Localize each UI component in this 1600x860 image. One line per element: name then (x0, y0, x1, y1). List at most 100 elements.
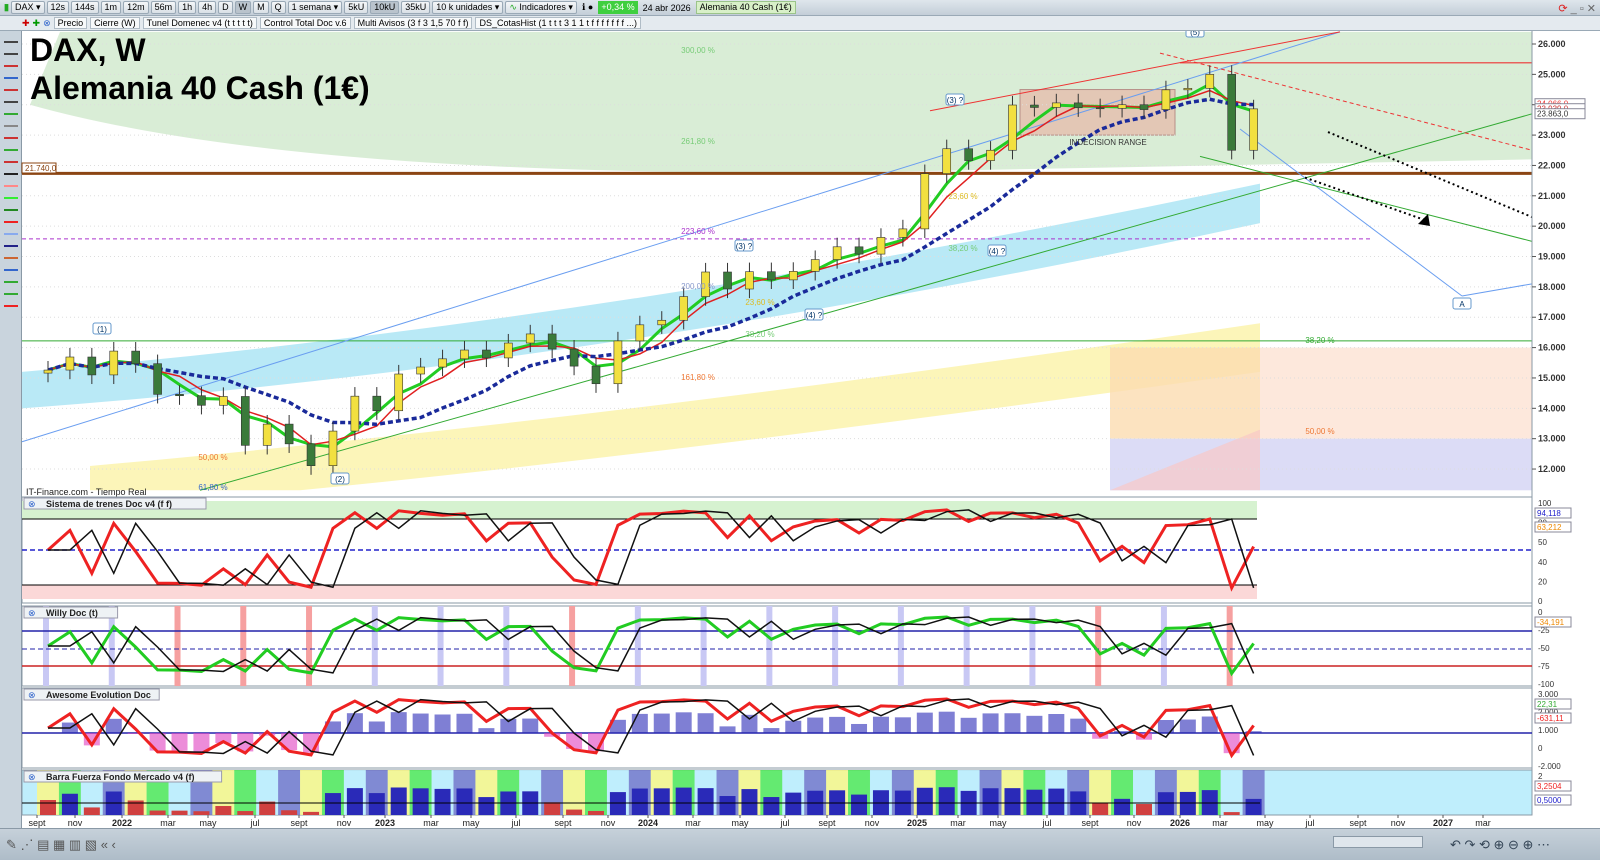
indicator-tab[interactable]: Tunel Domenec v4 (t t t t t) (142, 17, 257, 29)
y-tick-label: 15.000 (1538, 373, 1566, 383)
force-bar (653, 788, 670, 815)
value-tag-label: 63,212 (1537, 523, 1562, 532)
force-bar (566, 809, 583, 815)
indicator-tab[interactable]: Cierre (W) (90, 17, 140, 29)
panel-axis-label: 0 (1538, 744, 1543, 753)
unit-5kU[interactable]: 5kU (344, 1, 369, 14)
force-bar (303, 811, 320, 815)
candle (219, 396, 228, 406)
panel-label: Barra Fuerza Fondo Mercado v4 (f) (46, 772, 195, 782)
force-bar (390, 787, 407, 815)
chart-title: DAX, W Alemania 40 Cash (1€) (30, 31, 370, 107)
x-tick-label: may (731, 818, 749, 828)
bottom-tools-icons[interactable]: ✎ ⋰ ▤ ▦ ▥ ▧ « ‹ (6, 837, 116, 853)
candle (525, 333, 535, 344)
timeframe-D[interactable]: D (218, 1, 233, 14)
force-bar (412, 788, 429, 815)
window-controls[interactable]: ⟳ _ ▫ ✕ (1558, 2, 1596, 15)
candle (679, 296, 688, 321)
timeframe-Q[interactable]: Q (270, 1, 286, 14)
timeframe-144s[interactable]: 144s (71, 1, 99, 14)
willy-bar (503, 606, 510, 686)
candle (854, 246, 864, 255)
instrument-badge: Alemania 40 Cash (1€) (695, 1, 796, 14)
candle (613, 340, 623, 385)
candle (898, 228, 908, 238)
wave-label: A (1459, 300, 1465, 309)
y-tick-label: 21.000 (1538, 191, 1566, 201)
x-tick-label: jul (1304, 818, 1314, 828)
indicator-tab[interactable]: Multi Avisos (3 f 3 1,5 70 f f) (353, 17, 473, 29)
force-bar (763, 797, 780, 815)
indicator-tab[interactable]: DS_CotasHist (1 t t t 3 1 1 t f f f f f … (475, 17, 642, 29)
refresh-icon[interactable]: ⟳ (1558, 3, 1567, 15)
indicator-tab[interactable]: Control Total Doc v.6 (259, 17, 351, 29)
candle (350, 395, 360, 432)
panel-label: Awesome Evolution Doc (46, 690, 151, 700)
candle (131, 350, 140, 364)
timeframe-1m[interactable]: 1m (100, 1, 122, 14)
x-tick-label: sept (1081, 818, 1099, 828)
force-bar (1136, 804, 1152, 815)
horizontal-scrollbar[interactable] (1333, 836, 1423, 848)
chart-type-icon[interactable]: ▮ (4, 2, 9, 13)
panel-axis-label: 0 (1538, 597, 1543, 606)
panel-axis-label: 50 (1538, 538, 1547, 547)
settings-icon[interactable]: ⊗ (43, 18, 51, 29)
info-icon[interactable]: ℹ ● (579, 2, 596, 13)
fib-label: 261,80 % (681, 137, 715, 146)
period-select[interactable]: 1 semana ▾ (287, 1, 343, 14)
symbol-label: DAX (14, 2, 34, 12)
chart-area[interactable]: 300,00 %261,80 %223,60 %200,00 %161,80 %… (0, 31, 1600, 828)
histogram-bar (829, 716, 846, 733)
zoom-tools-icons[interactable]: ↶ ↷ ⟲ ⊕ ⊖ ⊕ ⋯ (1450, 837, 1550, 853)
units-select[interactable]: 10 k unidades ▾ (432, 1, 504, 14)
timeframe-56m[interactable]: 56m (150, 1, 177, 14)
panel-axis-label: -75 (1538, 662, 1550, 671)
timeframe-12s[interactable]: 12s (46, 1, 70, 14)
timeframe-W[interactable]: W (234, 1, 252, 14)
candle (175, 394, 184, 397)
timeframe-1h[interactable]: 1h (178, 1, 197, 14)
histogram-bar (807, 717, 824, 733)
symbol-select[interactable]: DAX ▾ (10, 1, 45, 14)
force-bar (609, 792, 626, 815)
timeframe-4h[interactable]: 4h (198, 1, 217, 14)
overbought-zone (22, 501, 1257, 519)
x-tick-label: jul (1041, 818, 1051, 828)
force-bar (193, 811, 210, 815)
panel-axis-label: -2.000 (1538, 762, 1561, 771)
force-bar (281, 810, 298, 815)
y-tick-label: 25.000 (1538, 69, 1566, 79)
force-bar (741, 789, 758, 815)
fib-label: 50,00 % (1305, 427, 1334, 436)
fib-label: 200,00 % (681, 282, 715, 291)
panel-axis-label: 3.000 (1538, 690, 1559, 699)
units-label: 10 k unidades (436, 2, 493, 12)
candle (1227, 74, 1236, 151)
indicators-button[interactable]: ∿ Indicadores ▾ (505, 1, 577, 14)
fib-label: 38,20 % (948, 244, 977, 253)
willy-bar (371, 606, 378, 686)
main-toolbar: ▮ DAX ▾ 12s 144s 1m 12m 56m 1h 4h D W M Q 1 semana… (0, 0, 1600, 16)
x-tick-label: nov (337, 818, 352, 828)
candle (942, 148, 952, 174)
x-tick-label: sept (1349, 818, 1367, 828)
level-tag-label: 21.740,0 (25, 164, 57, 173)
panel-awesome (21, 687, 1533, 769)
add-indicator-icon[interactable]: ✚ (22, 18, 30, 29)
y-tick-label: 16.000 (1538, 343, 1566, 353)
histogram-bar (894, 717, 911, 733)
y-tick-label: 14.000 (1538, 403, 1566, 413)
x-tick-label: sept (290, 818, 308, 828)
candle (460, 349, 469, 360)
force-bar (588, 810, 604, 815)
unit-35kU[interactable]: 35kU (401, 1, 431, 14)
indicator-tab[interactable]: Precio (53, 17, 88, 29)
timeframe-M[interactable]: M (253, 1, 269, 14)
histogram-bar (390, 712, 407, 733)
y-tick-label: 20.000 (1538, 221, 1566, 231)
unit-10kU[interactable]: 10kU (370, 1, 400, 14)
timeframe-12m[interactable]: 12m (123, 1, 149, 14)
add-green-icon[interactable]: ✚ (33, 18, 41, 29)
